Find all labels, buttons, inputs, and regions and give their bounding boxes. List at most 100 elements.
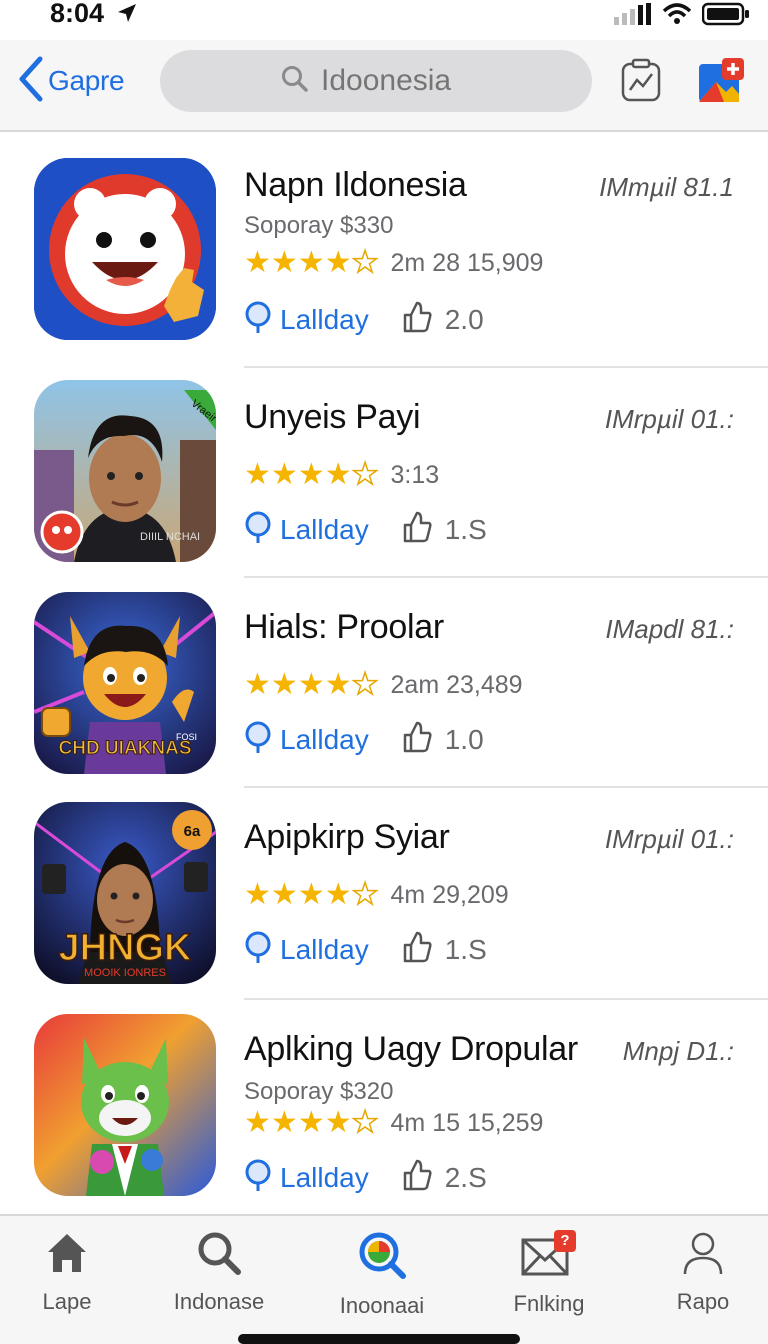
star-icon: ★: [297, 878, 325, 911]
rating-text: 3:13: [390, 460, 440, 489]
get-button[interactable]: Lallday: [244, 300, 369, 339]
star-icon: ★: [244, 668, 271, 701]
app-row[interactable]: Napn Ildonesia IMmµil 81.1 Soporay $330 …: [0, 134, 768, 370]
app-title: Hials: Proolar: [244, 608, 444, 646]
star-icon: ★: [324, 878, 352, 911]
download-pin-icon: [244, 300, 272, 339]
photo-add-icon: [698, 58, 744, 108]
tab-search[interactable]: Indonase: [154, 1230, 284, 1315]
star-icon: ★: [270, 878, 298, 911]
icon-badge-text: 6a: [184, 823, 201, 840]
wifi-icon: [662, 3, 692, 30]
star-icon: ★: [324, 246, 352, 279]
app-row[interactable]: FOSI CHD UIAKNAS Hials: Proolar IMapdl 8…: [0, 580, 768, 790]
tab-bar: Lape Indonase Inoonaai ? Fnlking Rapo: [0, 1214, 768, 1344]
get-label: Lallday: [280, 933, 369, 965]
star-icon: ★: [270, 668, 298, 701]
back-label: Gapre: [48, 65, 125, 96]
location-arrow-icon: [116, 2, 138, 29]
app-row[interactable]: Aplking Uagy Dropular Mnpj D1.: Soporay …: [0, 1002, 768, 1214]
star-icon: ★: [324, 1106, 352, 1139]
notification-badge: ?: [560, 1232, 570, 1249]
app-meta: IMmµil 81.1: [599, 172, 734, 202]
app-row[interactable]: 6a JHNGK MOOIK IONRES Apipkirp Syiar IMr…: [0, 790, 768, 1002]
row-divider: [244, 366, 768, 368]
star-outline-icon: ★: [351, 668, 379, 701]
search-icon: [281, 65, 309, 98]
app-size: 1.S: [401, 511, 487, 548]
star-icon: ★: [244, 246, 271, 279]
star-outline-icon: ★: [351, 1106, 379, 1139]
icon-sub-text: MOOIK IONRES: [84, 967, 166, 979]
status-indicators: [612, 2, 750, 31]
app-icon-portrait[interactable]: Vraeir DIIIL NCHAI: [34, 380, 216, 562]
app-actions: Lallday 2.S: [244, 1158, 487, 1197]
app-icon-green-fox[interactable]: [34, 1014, 216, 1196]
get-button[interactable]: Lallday: [244, 1158, 369, 1197]
mail-icon: ?: [520, 1230, 578, 1283]
star-icon: ★: [270, 1106, 298, 1139]
tab-home[interactable]: Lape: [2, 1230, 132, 1315]
app-actions: Lallday 1.S: [244, 930, 487, 969]
app-meta: IMrpµil 01.:: [604, 824, 734, 854]
icon-caption-text: DIIIL NCHAI: [140, 531, 200, 543]
rating-text: 4m 15 15,259: [390, 1108, 544, 1137]
get-label: Lallday: [280, 303, 369, 335]
star-icon: ★: [244, 1106, 271, 1139]
status-bar: 8:04: [0, 0, 768, 40]
download-pin-icon: [244, 720, 272, 759]
search-bar[interactable]: [160, 50, 592, 112]
star-icon: ★: [297, 246, 325, 279]
app-meta: Mnpj D1.:: [622, 1036, 734, 1066]
get-button[interactable]: Lallday: [244, 930, 369, 969]
rating-text: 2am 23,489: [390, 670, 523, 699]
discover-icon: [357, 1230, 407, 1285]
rating-stars: ★ ★ ★ ★ ★ 2am 23,489: [244, 668, 523, 701]
tab-discover[interactable]: Inoonaai: [317, 1230, 447, 1319]
gallery-add-button[interactable]: [698, 58, 744, 104]
thumbs-up-icon: [401, 301, 433, 338]
star-icon: ★: [324, 668, 352, 701]
app-icon-cartoon-hero[interactable]: FOSI CHD UIAKNAS: [34, 592, 216, 774]
row-divider: [244, 576, 768, 578]
profile-icon: [680, 1230, 726, 1281]
row-divider: [244, 998, 768, 1000]
icon-caption-text: CHD UIAKNAS: [59, 738, 192, 759]
download-pin-icon: [244, 930, 272, 969]
rating-stars: ★ ★ ★ ★ ★ 4m 29,209: [244, 878, 509, 911]
tab-label: Rapo: [676, 1289, 730, 1314]
star-icon: ★: [270, 246, 298, 279]
app-price: Soporay $320: [244, 1078, 394, 1105]
size-label: 1.S: [444, 513, 487, 545]
app-row[interactable]: Vraeir DIIIL NCHAI Unyeis Payi IMrpµil 0…: [0, 370, 768, 580]
get-button[interactable]: Lallday: [244, 720, 369, 759]
app-size: 2.S: [401, 1159, 487, 1196]
get-label: Lallday: [280, 513, 369, 545]
size-label: 1.0: [444, 723, 484, 755]
get-label: Lallday: [280, 723, 369, 755]
size-label: 1.S: [444, 933, 487, 965]
back-button[interactable]: Gapre: [18, 56, 125, 106]
get-button[interactable]: Lallday: [244, 510, 369, 549]
status-time: 8:04: [50, 0, 105, 28]
app-meta: IMapdl 81.:: [605, 614, 734, 644]
thumbs-up-icon: [401, 1159, 433, 1196]
tab-label: Fnlking: [513, 1291, 585, 1316]
thumbs-up-icon: [401, 721, 433, 758]
star-icon: ★: [270, 458, 298, 491]
app-actions: Lallday 1.S: [244, 510, 487, 549]
app-icon-mascot[interactable]: [34, 158, 216, 340]
app-icon-long-hair-hero[interactable]: 6a JHNGK MOOIK IONRES: [34, 802, 216, 984]
star-icon: ★: [244, 878, 271, 911]
activity-button[interactable]: [620, 58, 666, 104]
rating-stars: ★ ★ ★ ★ ★ 2m 28 15,909: [244, 246, 543, 279]
rating-stars: ★ ★ ★ ★ ★ 3:13: [244, 458, 440, 491]
tab-messages[interactable]: ? Fnlking: [484, 1230, 614, 1317]
search-input[interactable]: [321, 64, 471, 98]
tab-label: Indonase: [173, 1289, 265, 1314]
tab-profile[interactable]: Rapo: [638, 1230, 768, 1315]
app-title: Napn Ildonesia: [244, 166, 467, 204]
star-icon: ★: [297, 668, 325, 701]
rating-text: 4m 29,209: [390, 880, 509, 909]
star-icon: ★: [244, 458, 271, 491]
